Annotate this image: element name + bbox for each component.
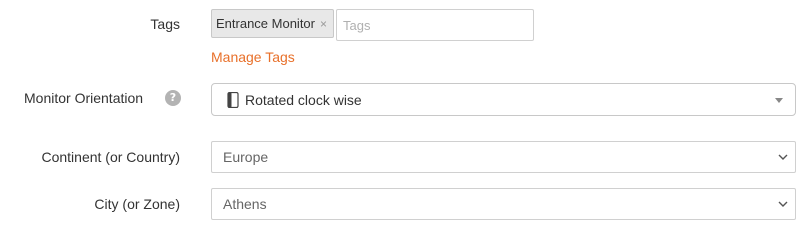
- monitor-orientation-value: Rotated clock wise: [245, 91, 362, 108]
- tags-input[interactable]: [336, 9, 534, 41]
- tag-chip-entrance-monitor: Entrance Monitor ×: [211, 9, 335, 38]
- continent-label: Continent (or Country): [41, 149, 180, 165]
- monitor-orientation-label: Monitor Orientation: [24, 90, 144, 106]
- tags-label: Tags: [150, 16, 180, 32]
- continent-select[interactable]: Europe: [211, 141, 796, 173]
- monitor-orientation-select[interactable]: Rotated clock wise: [211, 83, 796, 116]
- device-portrait-icon: [227, 91, 239, 108]
- caret-down-icon: [775, 98, 783, 103]
- chevron-down-icon: [778, 154, 788, 160]
- chevron-down-icon: [778, 201, 788, 207]
- tag-chip-text: Entrance Monitor: [216, 16, 315, 31]
- help-icon[interactable]: ?: [165, 90, 181, 106]
- city-label: City (or Zone): [94, 196, 180, 212]
- tag-remove-icon[interactable]: ×: [320, 17, 327, 31]
- city-select[interactable]: Athens: [211, 188, 796, 220]
- continent-value: Europe: [223, 149, 269, 165]
- manage-tags-link[interactable]: Manage Tags: [211, 49, 295, 65]
- city-value: Athens: [223, 196, 267, 212]
